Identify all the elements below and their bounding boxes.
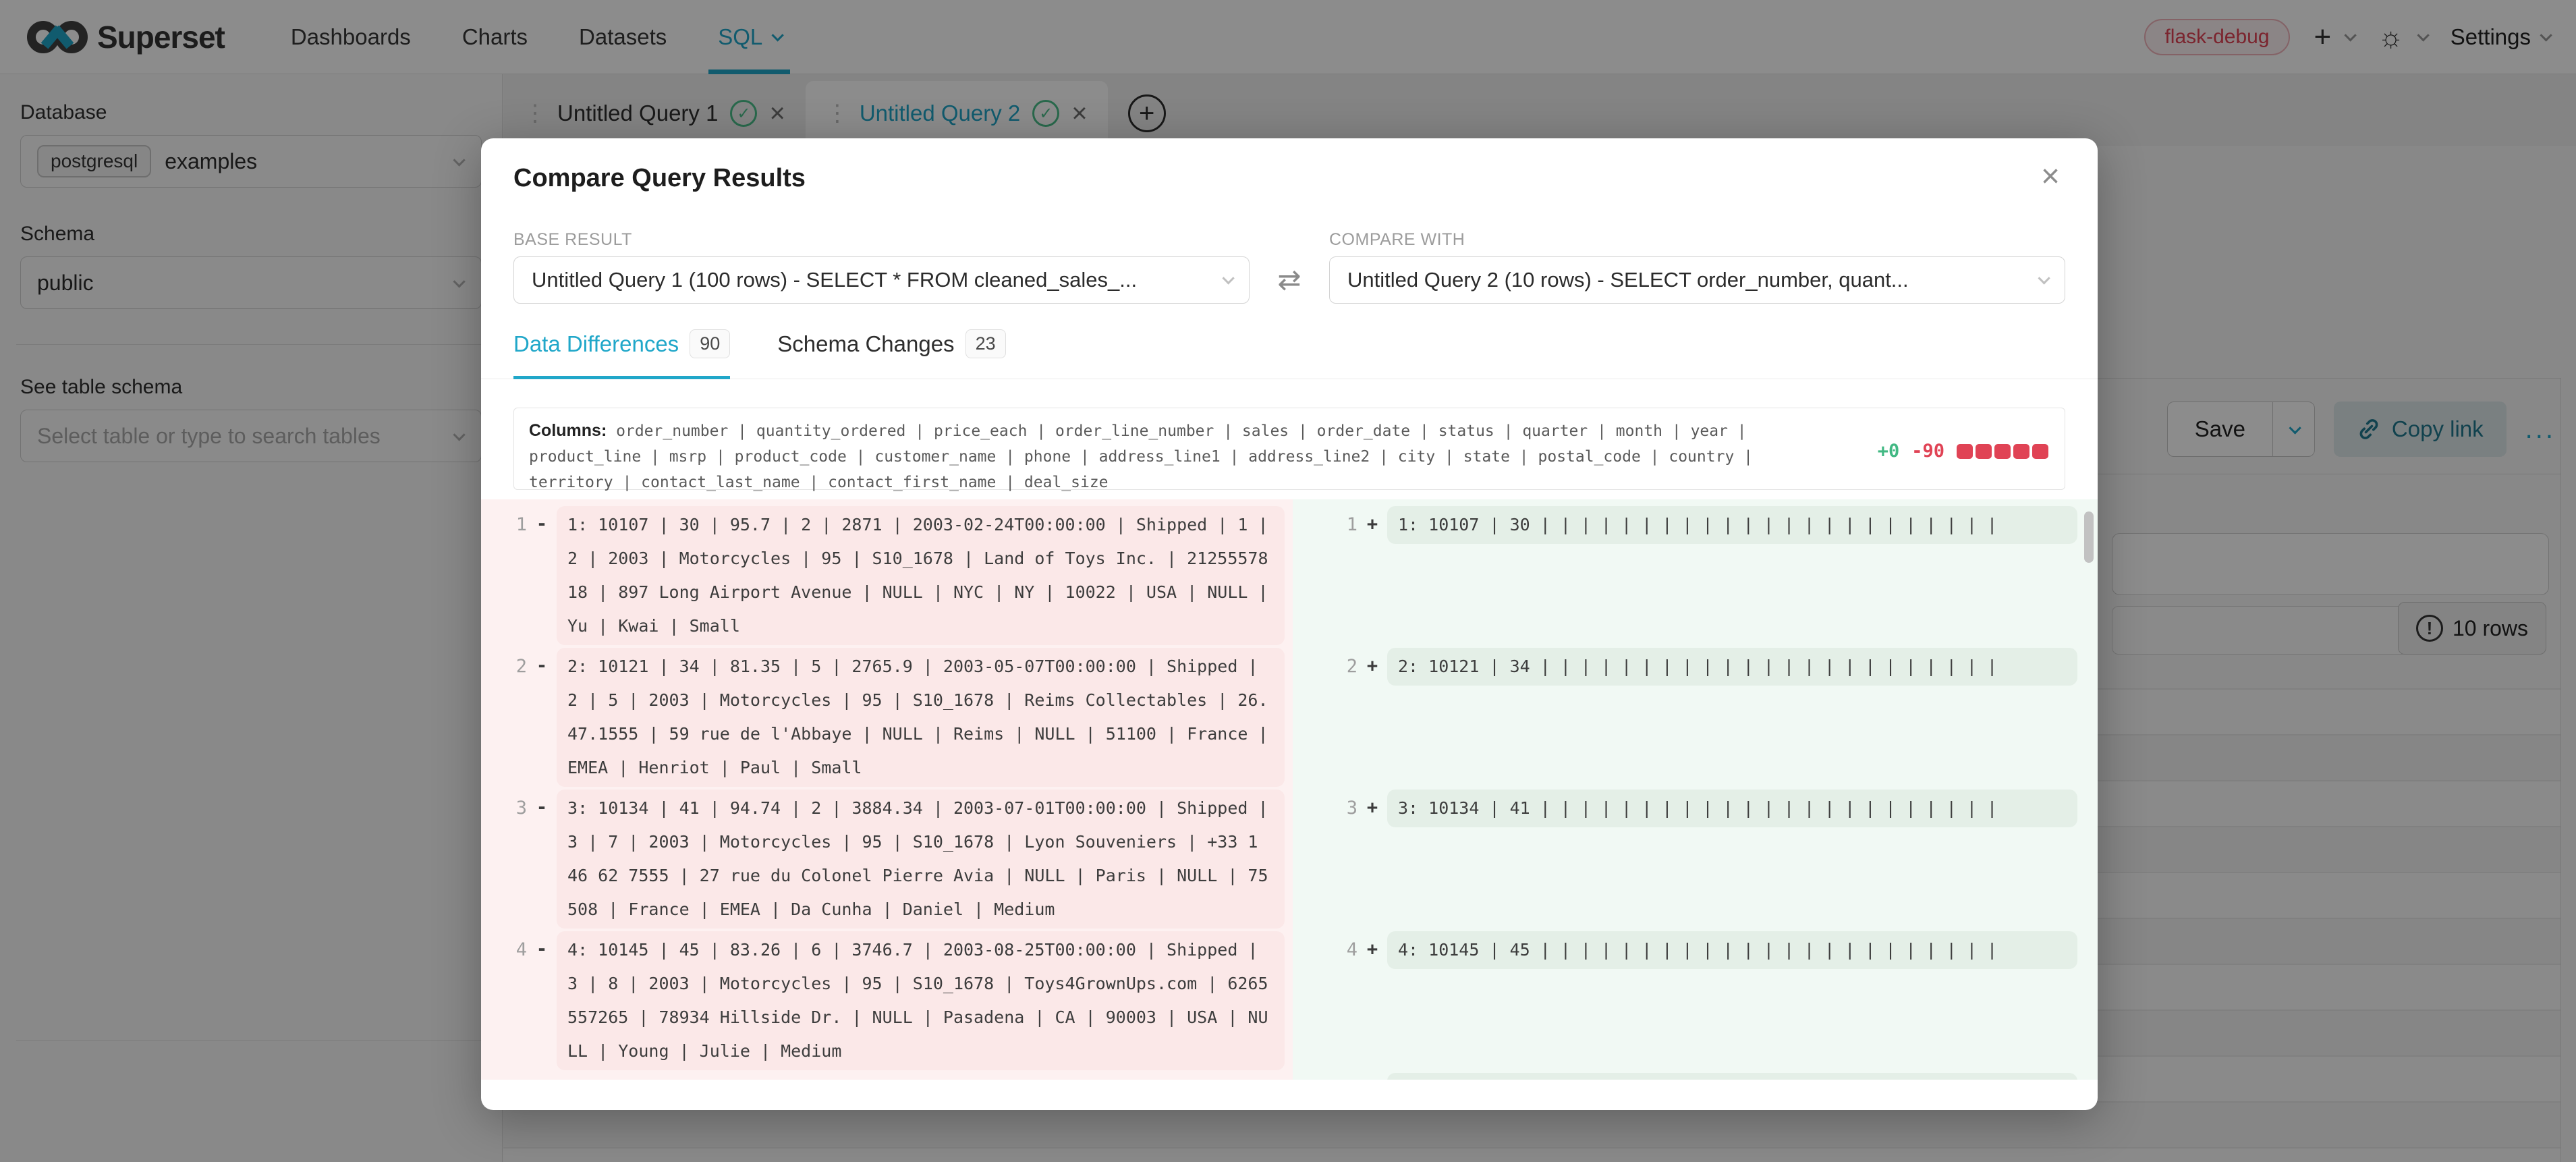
diff-tabs: Data Differences 90 Schema Changes 23 <box>513 329 2065 379</box>
base-result-value: Untitled Query 1 (100 rows) - SELECT * F… <box>532 268 1137 292</box>
removed-block <box>1957 444 1973 459</box>
plus-sign: + <box>1357 931 1387 968</box>
removed-block <box>1994 444 2011 459</box>
tab-schema-changes[interactable]: Schema Changes 23 <box>777 329 1005 379</box>
query-pickers-row: BASE RESULT Untitled Query 1 (100 rows) … <box>513 229 2065 304</box>
minus-sign: - <box>527 506 557 543</box>
line-number: 4 <box>1322 931 1357 969</box>
line-number: 2 <box>1322 648 1357 686</box>
removed-line-text: 1: 10107 | 30 | 95.7 | 2 | 2871 | 2003-0… <box>567 508 1274 643</box>
base-result-select[interactable]: Untitled Query 1 (100 rows) - SELECT * F… <box>513 256 1250 304</box>
modal-title: Compare Query Results <box>513 138 2065 193</box>
removed-block <box>2032 444 2048 459</box>
compare-with-label: COMPARE WITH <box>1329 230 2065 250</box>
plus-sign: + <box>1357 506 1387 543</box>
columns-names: order_number | quantity_ordered | price_… <box>529 422 1753 491</box>
diff-left-panel: 1-1: 10107 | 30 | 95.7 | 2 | 2871 | 2003… <box>481 499 1293 1080</box>
removed-block <box>2013 444 2029 459</box>
removed-line-highlight: 4: 10145 | 45 | 83.26 | 6 | 3746.7 | 200… <box>557 931 1285 1070</box>
tab-label: Schema Changes <box>777 331 954 357</box>
tab-data-differences[interactable]: Data Differences 90 <box>513 329 730 379</box>
removed-line-text: 3: 10134 | 41 | 94.74 | 2 | 3884.34 | 20… <box>567 792 1274 926</box>
line-number: 1 <box>1322 506 1357 544</box>
diff-row-right: 4+4: 10145 | 45 | | | | | | | | | | | | … <box>1322 931 2095 1073</box>
compare-with-value: Untitled Query 2 (10 rows) - SELECT orde… <box>1347 268 1909 292</box>
removed-line-highlight: 1: 10107 | 30 | 95.7 | 2 | 2871 | 2003-0… <box>557 506 1285 645</box>
diff-row-left: 4-4: 10145 | 45 | 83.26 | 6 | 3746.7 | 2… <box>492 931 1285 1073</box>
close-icon[interactable]: × <box>2030 156 2071 196</box>
columns-label: Columns: <box>529 421 607 440</box>
diff-scrollbar-thumb[interactable] <box>2084 511 2094 563</box>
line-number: 3 <box>492 790 527 827</box>
diff-row-right: 2+2: 10121 | 34 | | | | | | | | | | | | … <box>1322 648 2095 790</box>
minus-sign: - <box>527 931 557 968</box>
sql-lab-page: Superset DashboardsChartsDatasetsSQL fla… <box>0 0 2576 1162</box>
compare-with-select[interactable]: Untitled Query 2 (10 rows) - SELECT orde… <box>1329 256 2065 304</box>
diff-row-left: 2-2: 10121 | 34 | 81.35 | 5 | 2765.9 | 2… <box>492 648 1285 790</box>
line-number: 4 <box>492 931 527 969</box>
line-number: 1 <box>492 506 527 544</box>
plus-sign: + <box>1357 648 1387 684</box>
removed-line-text: 4: 10145 | 45 | 83.26 | 6 | 3746.7 | 200… <box>567 933 1274 1068</box>
added-line-highlight: 3: 10134 | 41 | | | | | | | | | | | | | … <box>1387 790 2077 827</box>
tab-count-badge: 23 <box>965 329 1006 358</box>
removed-count: -90 <box>1911 441 1944 462</box>
diff-stat: +0 -90 <box>1878 441 2048 462</box>
removed-line-text: 2: 10121 | 34 | 81.35 | 5 | 2765.9 | 200… <box>567 650 1274 785</box>
line-number: 2 <box>492 648 527 686</box>
base-result-label: BASE RESULT <box>513 230 1250 250</box>
columns-list: Columns: order_number | quantity_ordered… <box>529 418 1777 495</box>
chevron-down-icon <box>1222 272 1234 284</box>
minus-sign: - <box>527 648 557 684</box>
compare-query-results-modal: Compare Query Results × BASE RESULT Unti… <box>481 138 2098 1110</box>
added-line-highlight: 4: 10145 | 45 | | | | | | | | | | | | | … <box>1387 931 2077 969</box>
tab-label: Data Differences <box>513 331 679 357</box>
added-line-text: 2: 10121 | 34 | | | | | | | | | | | | | … <box>1398 650 2067 684</box>
chevron-down-icon <box>2038 272 2050 284</box>
diff-row-left: 3-3: 10134 | 41 | 94.74 | 2 | 3884.34 | … <box>492 790 1285 931</box>
line-number: 3 <box>1322 790 1357 827</box>
plus-sign: + <box>1357 790 1387 826</box>
added-line-text: 1: 10107 | 30 | | | | | | | | | | | | | … <box>1398 508 2067 542</box>
diff-row-right: 3+3: 10134 | 41 | | | | | | | | | | | | … <box>1322 790 2095 931</box>
added-line-text: 4: 10145 | 45 | | | | | | | | | | | | | … <box>1398 933 2067 967</box>
removed-block <box>1976 444 1992 459</box>
added-line-highlight-partial <box>1387 1073 2077 1080</box>
diff-viewer: 1-1: 10107 | 30 | 95.7 | 2 | 2871 | 2003… <box>481 499 2098 1080</box>
added-count: +0 <box>1878 441 1900 462</box>
minus-sign: - <box>527 790 557 826</box>
added-line-highlight: 2: 10121 | 34 | | | | | | | | | | | | | … <box>1387 648 2077 686</box>
added-line-highlight: 1: 10107 | 30 | | | | | | | | | | | | | … <box>1387 506 2077 544</box>
columns-summary-box: Columns: order_number | quantity_ordered… <box>513 408 2065 490</box>
swap-queries-icon[interactable]: ⇄ <box>1277 256 1301 304</box>
diff-row-right: 1+1: 10107 | 30 | | | | | | | | | | | | … <box>1322 506 2095 648</box>
diff-row-left: 1-1: 10107 | 30 | 95.7 | 2 | 2871 | 2003… <box>492 506 1285 648</box>
removed-line-highlight: 2: 10121 | 34 | 81.35 | 5 | 2765.9 | 200… <box>557 648 1285 787</box>
added-line-text: 3: 10134 | 41 | | | | | | | | | | | | | … <box>1398 792 2067 825</box>
removed-line-highlight: 3: 10134 | 41 | 94.74 | 2 | 3884.34 | 20… <box>557 790 1285 929</box>
tab-count-badge: 90 <box>690 329 730 358</box>
removed-blocks-icon <box>1957 444 2048 459</box>
diff-right-panel: 1+1: 10107 | 30 | | | | | | | | | | | | … <box>1293 499 2098 1080</box>
